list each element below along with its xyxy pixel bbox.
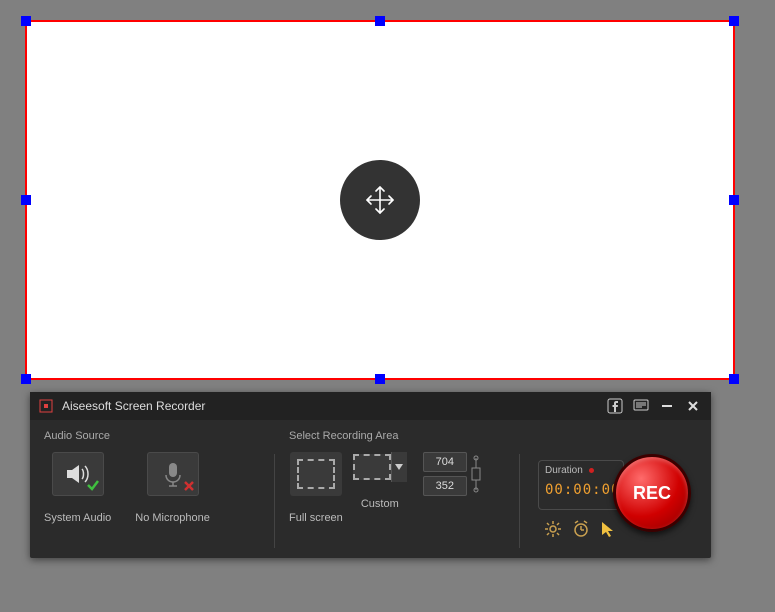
divider <box>274 454 275 548</box>
app-logo-icon <box>38 398 54 414</box>
resize-handle-bottom-right[interactable] <box>729 374 739 384</box>
duration-title: Duration <box>545 465 583 476</box>
fullscreen-button[interactable]: Full screen <box>289 452 343 524</box>
custom-label: Custom <box>361 498 399 510</box>
height-input[interactable] <box>423 476 467 496</box>
schedule-button[interactable] <box>572 520 590 538</box>
move-handle[interactable] <box>340 160 420 240</box>
clock-icon <box>572 520 590 538</box>
x-disabled-icon <box>183 480 195 492</box>
minimize-button[interactable] <box>657 396 677 416</box>
settings-button[interactable] <box>544 520 562 538</box>
custom-area-button[interactable]: Custom <box>353 452 407 510</box>
recording-area-label: Select Recording Area <box>289 430 519 444</box>
custom-area-icon <box>353 454 391 480</box>
resize-handle-top-right[interactable] <box>729 16 739 26</box>
divider <box>519 454 520 548</box>
system-audio-label: System Audio <box>44 512 111 524</box>
record-section: Duration 00:00:00 <box>534 430 697 558</box>
microphone-button[interactable]: No Microphone <box>135 452 210 524</box>
gear-icon <box>544 520 562 538</box>
titlebar[interactable]: Aiseesoft Screen Recorder <box>30 392 711 420</box>
move-icon <box>363 183 397 217</box>
fullscreen-label: Full screen <box>289 512 343 524</box>
close-button[interactable] <box>683 396 703 416</box>
facebook-button[interactable] <box>605 396 625 416</box>
check-icon <box>86 478 100 492</box>
resize-handle-top-left[interactable] <box>21 16 31 26</box>
duration-box: Duration 00:00:00 <box>538 460 624 510</box>
close-icon <box>687 400 699 412</box>
recording-selection[interactable] <box>25 20 735 380</box>
duration-time: 00:00:00 <box>545 482 617 498</box>
resize-handle-top-middle[interactable] <box>375 16 385 26</box>
cursor-icon <box>600 520 616 538</box>
audio-source-label: Audio Source <box>44 430 274 444</box>
microphone-label: No Microphone <box>135 512 210 524</box>
app-title: Aiseesoft Screen Recorder <box>62 399 205 413</box>
custom-area-dropdown[interactable] <box>391 452 407 482</box>
resize-handle-middle-right[interactable] <box>729 195 739 205</box>
resize-handle-bottom-middle[interactable] <box>375 374 385 384</box>
chevron-down-icon <box>395 464 403 470</box>
record-label: REC <box>633 483 671 504</box>
lock-aspect-button[interactable] <box>469 452 483 496</box>
recording-area-section: Select Recording Area Full screen Custom <box>289 430 519 558</box>
feedback-button[interactable] <box>631 396 651 416</box>
resize-handle-bottom-left[interactable] <box>21 374 31 384</box>
record-button[interactable]: REC <box>613 454 691 532</box>
width-input[interactable] <box>423 452 467 472</box>
system-audio-button[interactable]: System Audio <box>44 452 111 524</box>
minimize-icon <box>661 400 673 412</box>
cursor-highlight-button[interactable] <box>600 520 616 538</box>
recorder-panel: Aiseesoft Screen Recorder <box>30 392 711 558</box>
fullscreen-icon <box>297 459 335 489</box>
facebook-icon <box>607 398 623 414</box>
recording-indicator-icon <box>589 468 594 473</box>
link-icon <box>470 452 482 496</box>
audio-source-section: Audio Source System Audio <box>44 430 274 558</box>
feedback-icon <box>633 399 649 413</box>
resize-handle-middle-left[interactable] <box>21 195 31 205</box>
